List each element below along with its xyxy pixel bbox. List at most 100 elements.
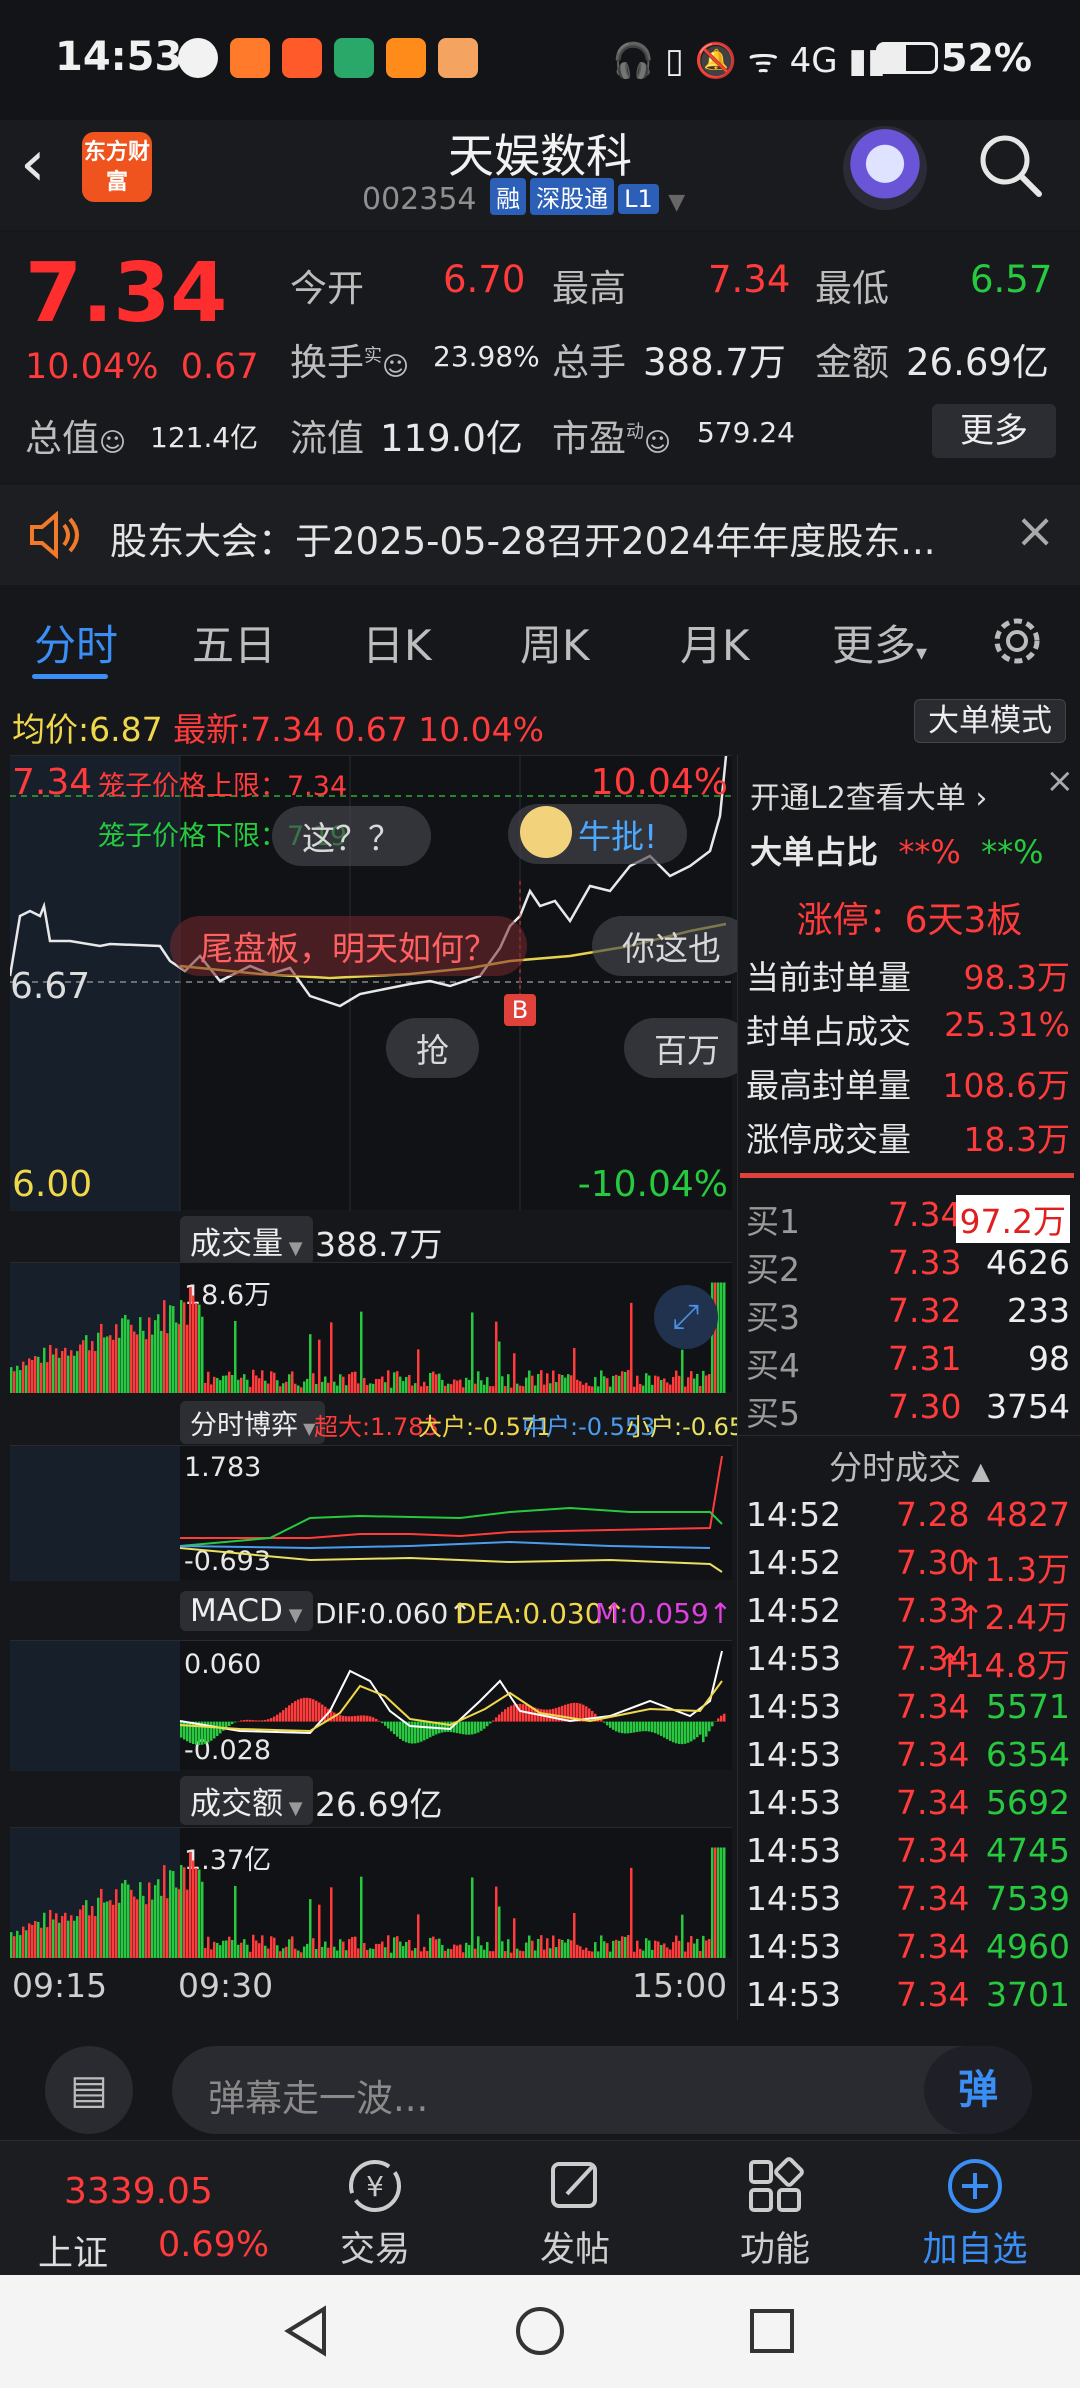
bar <box>453 1379 456 1393</box>
ticks-title[interactable]: 分时成交 ▲ <box>738 1441 1080 1489</box>
gear-icon[interactable] <box>990 614 1044 668</box>
bar <box>645 1938 648 1958</box>
nav-add-watchlist[interactable]: 加自选 <box>900 2151 1050 2272</box>
bar <box>696 1373 699 1393</box>
bar <box>151 1899 154 1958</box>
danmu-input[interactable]: 弹幕走一波... 弹 <box>172 2046 1032 2134</box>
back-triangle-icon[interactable] <box>280 2303 336 2359</box>
bar <box>180 1865 183 1958</box>
home-circle-icon[interactable] <box>512 2303 568 2359</box>
tab-intraday[interactable]: 分时 <box>34 612 118 673</box>
tab-weekly-k[interactable]: 周K <box>520 612 590 673</box>
close-icon[interactable]: × <box>1046 761 1075 801</box>
danmu-send-button[interactable]: 弹 <box>924 2046 1032 2134</box>
bar <box>636 1940 639 1958</box>
tab-monthly-k[interactable]: 月K <box>680 612 750 673</box>
robot-assistant-icon[interactable] <box>843 126 927 210</box>
bar <box>405 1941 408 1958</box>
bar <box>693 1943 696 1958</box>
back-icon[interactable]: ‹ <box>20 132 46 196</box>
amount-selector[interactable]: 成交额 ▼ <box>180 1776 313 1825</box>
danmu-bubble[interactable]: 抢 <box>386 1018 479 1078</box>
l2-link[interactable]: 开通L2查看大单 › <box>750 773 987 817</box>
danmu-bubble[interactable]: 这？？ <box>272 806 431 866</box>
bar <box>285 1946 288 1958</box>
bar <box>543 1384 546 1393</box>
bar <box>342 1376 345 1393</box>
danmu-bubble[interactable]: 百万 <box>624 1018 750 1078</box>
brand-logo: 东方财富 <box>82 132 152 202</box>
bar <box>624 1936 627 1958</box>
bar <box>309 1698 312 1722</box>
bar <box>651 1949 654 1958</box>
danmu-bubble[interactable]: 尾盘板，明天如何？ <box>170 916 527 976</box>
bar <box>552 1935 555 1958</box>
bar <box>489 1386 492 1393</box>
bar <box>717 1718 720 1722</box>
bar <box>675 1370 678 1393</box>
close-icon[interactable]: × <box>1015 503 1055 559</box>
recents-square-icon[interactable] <box>744 2303 800 2359</box>
y-axis-bottom: 6.00 <box>12 1164 93 1205</box>
pct-axis-bottom: -10.04% <box>577 1164 728 1205</box>
tick-time: 14:52 <box>746 1543 842 1582</box>
bar <box>516 1948 519 1958</box>
svg-text:¥: ¥ <box>366 2170 384 2203</box>
bar <box>537 1373 540 1393</box>
macd-selector[interactable]: MACD ▼ <box>180 1591 313 1631</box>
bid-level: 买3 <box>746 1298 800 1337</box>
bar <box>330 1887 333 1958</box>
time-axis-open: 09:30 <box>178 1966 274 2005</box>
chevron-down-icon[interactable]: ▼ <box>668 190 685 215</box>
high-value: 7.34 <box>708 258 791 301</box>
bar <box>112 1904 115 1958</box>
tab-daily-k[interactable]: 日K <box>362 612 432 673</box>
volume-selector[interactable]: 成交量 ▼ <box>180 1216 313 1265</box>
nav-post[interactable]: 发帖 <box>500 2151 650 2272</box>
bar <box>420 1951 423 1958</box>
bar <box>324 1376 327 1393</box>
bar <box>492 1720 495 1722</box>
tab-more[interactable]: 更多▾ <box>832 612 927 673</box>
bar <box>378 1378 381 1393</box>
bar <box>591 1951 594 1958</box>
tick-time: 14:53 <box>746 1783 842 1822</box>
tick-time: 14:53 <box>746 1975 842 2014</box>
bar <box>354 1936 357 1958</box>
danmu-settings-icon[interactable]: ▤ <box>45 2046 133 2134</box>
bar <box>687 1377 690 1393</box>
bar <box>696 1938 699 1958</box>
bar <box>396 1371 399 1393</box>
buy-marker[interactable]: B <box>504 994 536 1026</box>
bar <box>408 1374 411 1393</box>
bar <box>291 1936 294 1958</box>
expand-icon[interactable]: ⤢ <box>654 1285 718 1349</box>
bar <box>240 1377 243 1393</box>
bar <box>600 1719 603 1722</box>
bar <box>327 1382 330 1393</box>
bar <box>615 1939 618 1958</box>
bar <box>363 1715 366 1722</box>
bar <box>243 1374 246 1393</box>
bar <box>390 1721 393 1732</box>
nav-function[interactable]: 功能 <box>700 2151 850 2272</box>
tab-five-day[interactable]: 五日 <box>192 612 276 673</box>
intraday-price-chart[interactable]: 7.34 笼子价格上限：7.34 笼子价格下限：7.19 10.04% 6.67… <box>10 755 751 1211</box>
bar <box>483 1949 486 1958</box>
bid-volume: 3754 <box>986 1387 1070 1426</box>
big-order-mode-button[interactable]: 大单模式 <box>914 699 1066 743</box>
danmu-bubble[interactable]: 你这也 <box>592 916 751 976</box>
more-button[interactable]: 更多 <box>932 404 1056 458</box>
bar <box>711 1721 714 1727</box>
game-selector[interactable]: 分时博弈 ▼ <box>180 1401 326 1444</box>
app-notification-icon <box>230 38 270 78</box>
bar <box>405 1376 408 1393</box>
nav-trade[interactable]: ¥ 交易 <box>300 2151 450 2272</box>
bar <box>573 1913 576 1958</box>
bid-price: 7.33 <box>888 1243 962 1282</box>
notice-bar[interactable]: 股东大会：于2025-05-28召开2024年年度股东... × <box>0 485 1080 585</box>
tick-price: 7.34 <box>896 1831 970 1870</box>
search-icon[interactable] <box>975 130 1045 200</box>
price-change: 10.04% 0.67 <box>25 347 259 387</box>
bar <box>612 1721 615 1730</box>
